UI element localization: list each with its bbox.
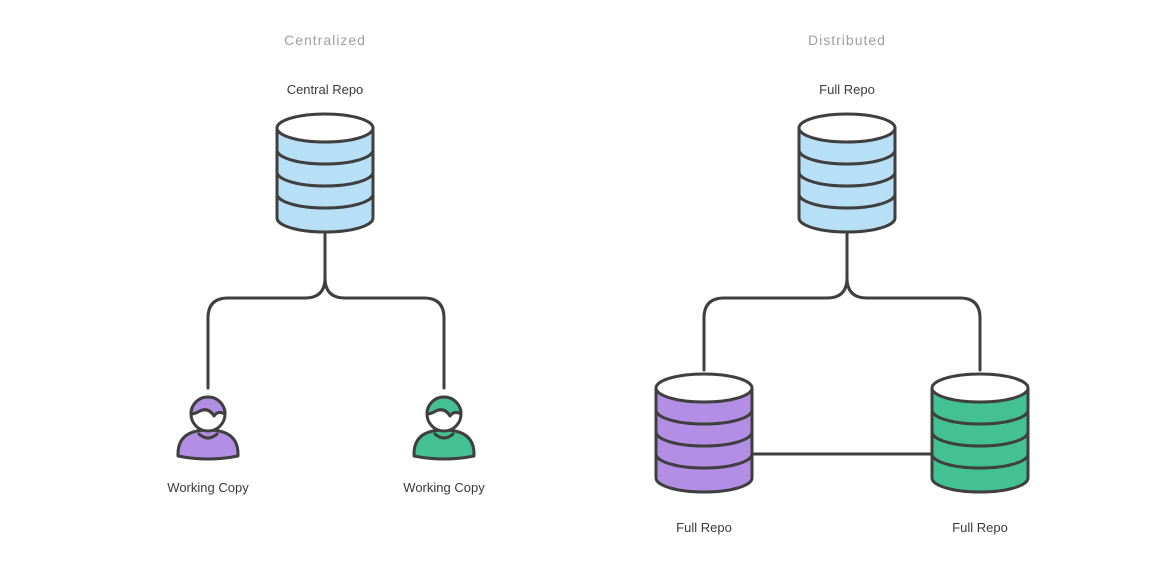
diagram-svg — [0, 0, 1162, 577]
person-right-icon — [414, 397, 474, 459]
central-repo-icon — [277, 114, 373, 232]
full-repo-left-icon — [656, 374, 752, 492]
centralized-group — [178, 114, 474, 459]
full-repo-top-icon — [799, 114, 895, 232]
full-repo-right-icon — [932, 374, 1028, 492]
person-left-icon — [178, 397, 238, 459]
distributed-group — [656, 114, 1028, 492]
